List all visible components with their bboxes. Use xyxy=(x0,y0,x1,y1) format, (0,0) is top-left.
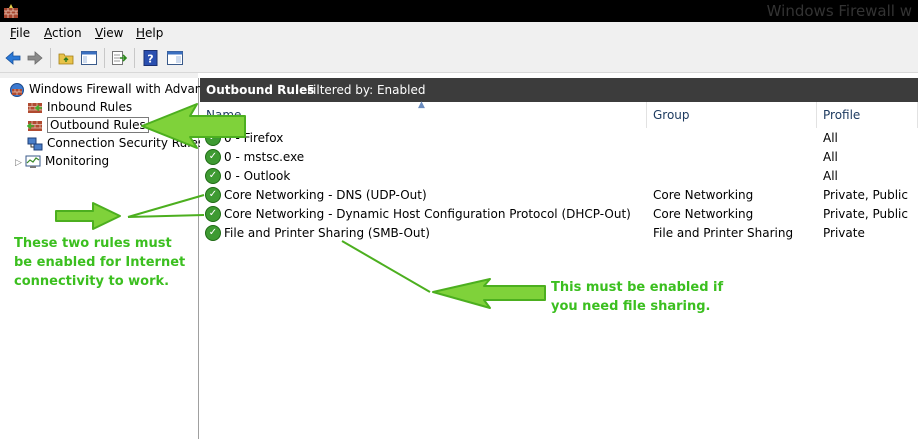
tree-item-outbound-rules[interactable]: Outbound Rules xyxy=(27,116,149,134)
monitoring-icon xyxy=(25,155,41,168)
tree-root-label: Windows Firewall with Advance xyxy=(29,82,217,96)
enabled-check-icon: ✓ xyxy=(205,167,221,184)
outbound-rules-icon xyxy=(27,120,42,131)
table-row[interactable]: ✓ Core Networking - Dynamic Host Configur… xyxy=(200,205,918,224)
firewall-shield-icon xyxy=(10,82,24,97)
window-title: Windows Firewall w xyxy=(766,2,912,20)
enabled-check-icon: ✓ xyxy=(205,224,221,241)
firewall-app-icon xyxy=(4,4,18,18)
annotation-internet-rules: These two rules must be enabled for Inte… xyxy=(14,236,186,289)
menu-view[interactable]: View xyxy=(95,26,123,40)
table-row[interactable]: ✓ Core Networking - DNS (UDP-Out) Core Ne… xyxy=(200,186,918,205)
menu-action[interactable]: Action xyxy=(44,26,82,40)
expand-arrow-icon[interactable]: ▷ xyxy=(15,154,25,172)
annotation-file-sharing: This must be enabled if you need file sh… xyxy=(551,280,724,314)
enabled-check-icon: ✓ xyxy=(205,186,221,203)
enabled-check-icon: ✓ xyxy=(205,148,221,165)
show-action-pane-icon[interactable] xyxy=(166,49,184,67)
tree-item-inbound-rules[interactable]: Inbound Rules xyxy=(27,98,132,116)
pane-title: Outbound Rules xyxy=(206,83,315,97)
sort-ascending-icon: ▲ xyxy=(418,100,425,110)
inbound-rules-icon xyxy=(28,102,42,113)
pane-header: Outbound Rules Filtered by: Enabled xyxy=(200,78,918,102)
tree-item-label: Connection Security Rules xyxy=(47,136,205,150)
menu-bar: File Action View Help xyxy=(0,22,918,44)
table-row[interactable]: ✓ 0 - Firefox All xyxy=(200,129,918,148)
show-hide-tree-icon[interactable] xyxy=(80,49,98,67)
back-arrow-icon[interactable] xyxy=(4,49,22,67)
table-row[interactable]: ✓ 0 - mstsc.exe All xyxy=(200,148,918,167)
svg-text:?: ? xyxy=(147,53,153,66)
tree-item-label: Outbound Rules xyxy=(47,117,149,133)
tree-item-label: Monitoring xyxy=(45,154,110,168)
enabled-check-icon: ✓ xyxy=(205,129,221,146)
rules-pane: Outbound Rules Filtered by: Enabled Name… xyxy=(200,78,918,439)
table-row[interactable]: ✓ 0 - Outlook All xyxy=(200,167,918,186)
tree-root[interactable]: Windows Firewall with Advance xyxy=(9,80,216,98)
tree-item-label: Inbound Rules xyxy=(47,100,133,114)
up-folder-icon[interactable] xyxy=(57,49,75,67)
help-icon[interactable]: ? xyxy=(142,49,160,67)
pane-filter: Filtered by: Enabled xyxy=(307,83,426,97)
enabled-check-icon: ✓ xyxy=(205,205,221,222)
tree-item-connection-security-rules[interactable]: Connection Security Rules xyxy=(27,134,204,152)
title-bar: Windows Firewall w xyxy=(0,0,918,22)
column-header-profile[interactable]: Profile xyxy=(817,102,918,128)
table-row[interactable]: ✓ File and Printer Sharing (SMB-Out) File… xyxy=(200,224,918,243)
menu-file[interactable]: File xyxy=(10,26,30,40)
connection-security-icon xyxy=(27,137,43,150)
menu-help[interactable]: Help xyxy=(136,26,163,40)
column-header-group[interactable]: Group xyxy=(647,102,817,128)
toolbar: ? xyxy=(0,44,918,73)
tree-item-monitoring[interactable]: ▷ Monitoring xyxy=(15,152,109,170)
export-list-icon[interactable] xyxy=(110,49,128,67)
forward-arrow-icon[interactable] xyxy=(26,49,44,67)
